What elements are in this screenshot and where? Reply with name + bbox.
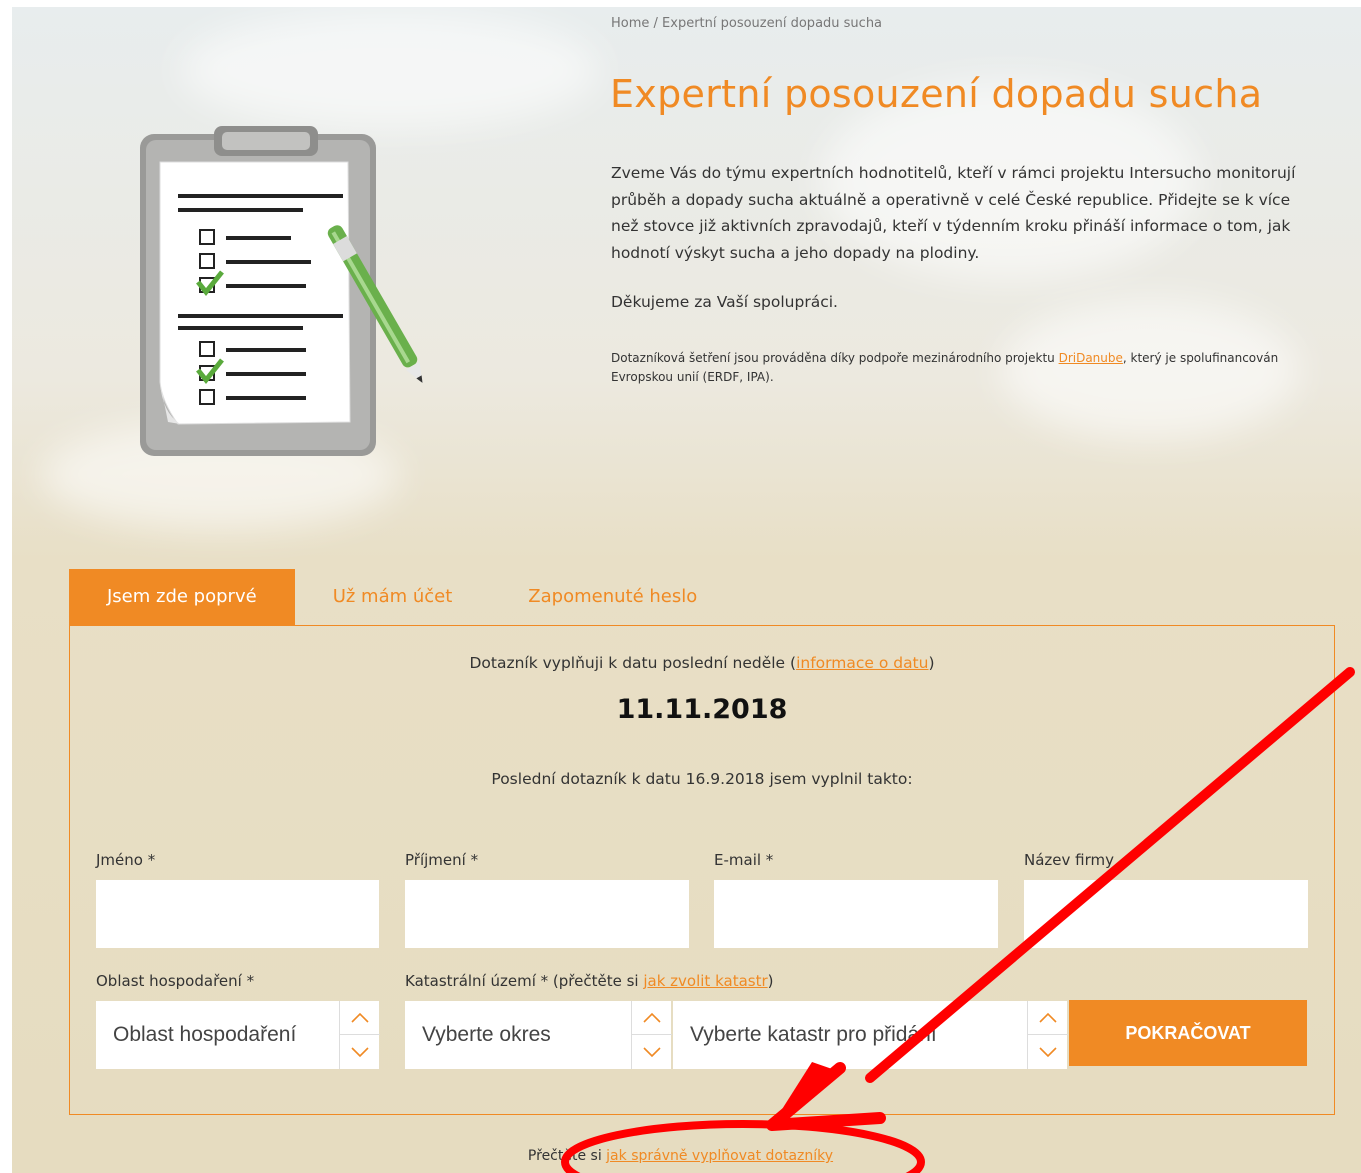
continue-button[interactable]: POKRAČOVAT	[1069, 1000, 1307, 1066]
last-name-input[interactable]	[405, 880, 689, 948]
clipboard-checklist-icon	[140, 126, 423, 456]
first-name-input[interactable]	[96, 880, 379, 948]
cadastre-select-value: Vyberte katastr pro přidání	[690, 1023, 937, 1046]
area-select-value: Oblast hospodaření	[113, 1023, 297, 1046]
date-line-before: Dotazník vyplňuji k datu poslední neděle…	[469, 654, 797, 672]
area-select[interactable]: Oblast hospodaření	[96, 1001, 380, 1069]
chevron-down-icon[interactable]	[340, 1035, 380, 1069]
tab-first-time[interactable]: Jsem zde poprvé	[69, 569, 295, 625]
background-cloud	[180, 10, 600, 130]
last-name-label: Příjmení *	[405, 851, 479, 869]
intro-text: Zveme Vás do týmu expertních hodnotitelů…	[611, 164, 1296, 262]
choose-cadastre-link[interactable]: jak zvolit katastr	[643, 972, 767, 990]
how-to-fill-link[interactable]: jak správně vyplňovat dotazníky	[606, 1148, 833, 1164]
date-line-after: )	[928, 654, 935, 672]
funding-note-before: Dotazníková šetření jsou prováděna díky …	[611, 351, 1059, 365]
breadcrumb: Home / Expertní posouzení dopadu sucha	[611, 16, 882, 31]
email-label: E-mail *	[714, 851, 774, 869]
tab-forgotten-password[interactable]: Zapomenuté heslo	[490, 569, 735, 625]
date-line: Dotazník vyplňuji k datu poslední neděle…	[70, 654, 1334, 672]
area-label: Oblast hospodaření *	[96, 972, 255, 990]
cadastre-label-before: Katastrální území * (přečtěte si	[405, 972, 644, 990]
cadastre-stepper[interactable]	[1027, 1001, 1068, 1069]
breadcrumb-separator: /	[649, 16, 663, 31]
company-label: Název firmy	[1024, 851, 1114, 869]
chevron-down-icon[interactable]	[1028, 1035, 1068, 1069]
chevron-up-icon[interactable]	[632, 1001, 672, 1035]
chevron-up-icon[interactable]	[340, 1001, 380, 1035]
help-line: Přečtěte si jak správně vyplňovat dotazn…	[0, 1148, 1361, 1164]
district-stepper[interactable]	[631, 1001, 672, 1069]
district-select-value: Vyberte okres	[422, 1023, 551, 1046]
date-info-link[interactable]: informace o datu	[796, 654, 928, 672]
thanks-text: Děkujeme za Vaší spolupráci.	[611, 293, 838, 311]
help-line-before: Přečtěte si	[527, 1148, 607, 1164]
area-stepper[interactable]	[339, 1001, 380, 1069]
cadastre-select[interactable]: Vyberte katastr pro přidání	[673, 1001, 1068, 1069]
survey-date: 11.11.2018	[616, 694, 788, 725]
page: Home / Expertní posouzení dopadu sucha E…	[0, 0, 1361, 1173]
page-edge	[0, 0, 12, 1173]
chevron-down-icon[interactable]	[632, 1035, 672, 1069]
dridanube-link[interactable]: DriDanube	[1059, 351, 1123, 365]
page-edge	[0, 0, 1361, 7]
funding-note: Dotazníková šetření jsou prováděna díky …	[611, 349, 1281, 387]
company-input[interactable]	[1024, 880, 1308, 948]
page-title: Expertní posouzení dopadu sucha	[610, 72, 1263, 116]
breadcrumb-current: Expertní posouzení dopadu sucha	[662, 16, 883, 31]
cadastre-label: Katastrální území * (přečtěte si jak zvo…	[405, 972, 774, 990]
district-select[interactable]: Vyberte okres	[405, 1001, 672, 1069]
first-name-label: Jméno *	[96, 851, 156, 869]
tab-have-account[interactable]: Už mám účet	[295, 569, 491, 625]
email-input[interactable]	[714, 880, 998, 948]
login-tabs: Jsem zde poprvé Už mám účet Zapomenuté h…	[69, 569, 735, 625]
breadcrumb-home[interactable]: Home	[611, 16, 649, 31]
chevron-up-icon[interactable]	[1028, 1001, 1068, 1035]
last-survey-line: Poslední dotazník k datu 16.9.2018 jsem …	[491, 770, 913, 788]
cadastre-label-after: )	[767, 972, 774, 990]
